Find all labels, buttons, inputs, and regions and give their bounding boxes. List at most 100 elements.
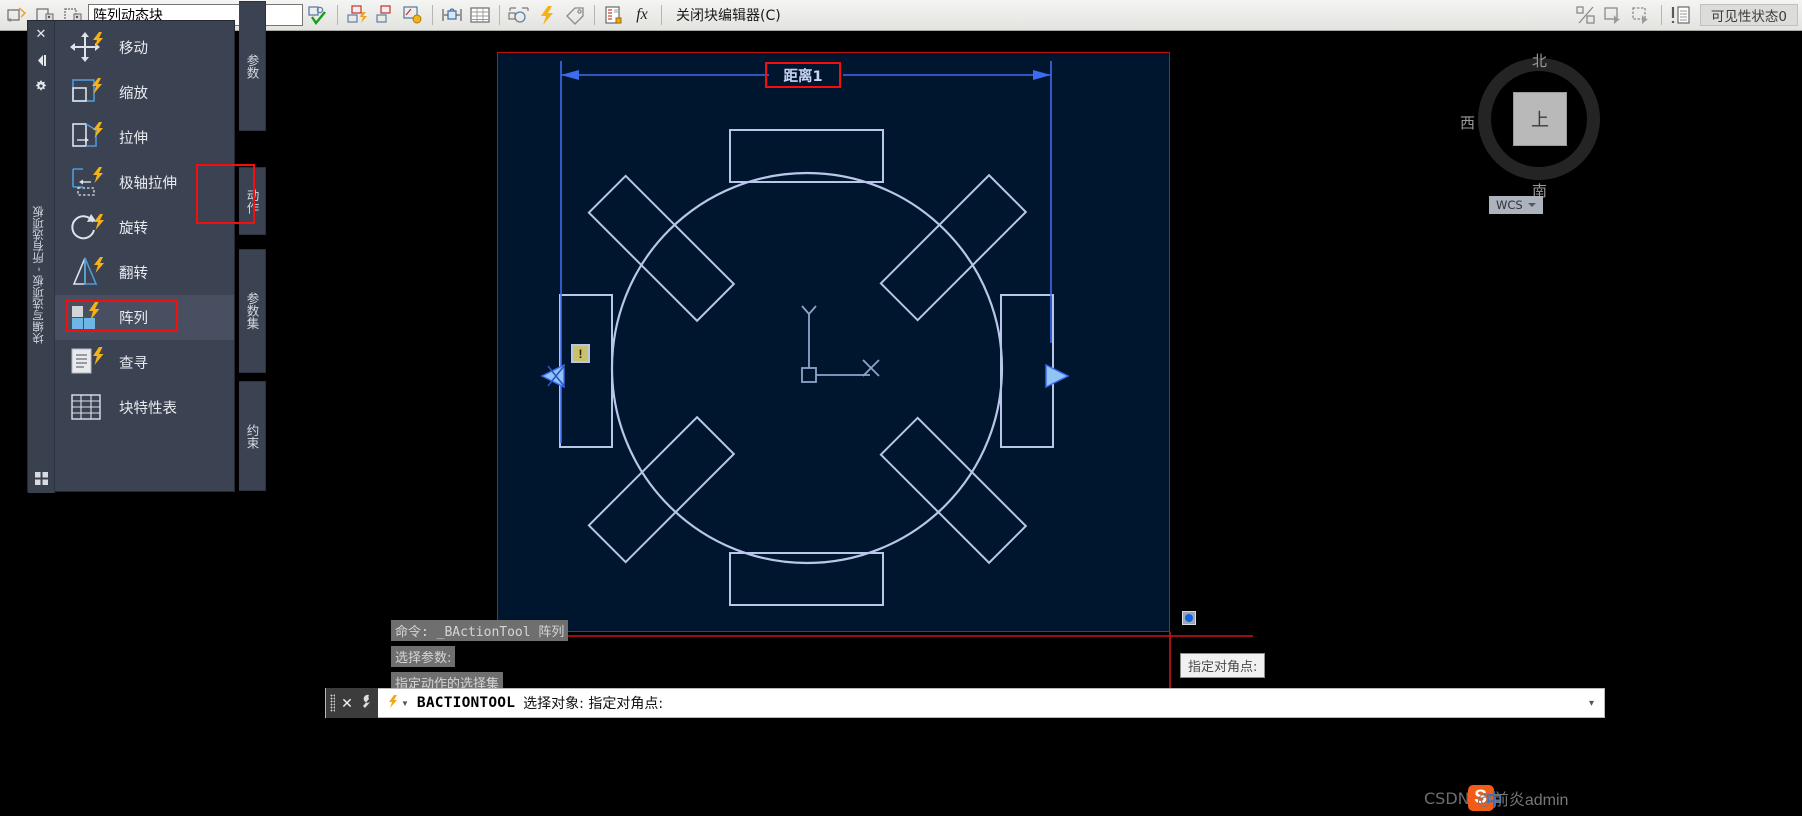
command-bar-handle[interactable]: ✕ [326, 688, 378, 718]
constraint-display-icon[interactable] [372, 2, 398, 28]
action-lightning-icon[interactable] [534, 2, 560, 28]
auto-constrain-icon[interactable] [344, 2, 370, 28]
parameter-dimension-label[interactable]: 距离1 [765, 62, 841, 88]
palette-item-label: 查寻 [119, 356, 148, 372]
lightning-icon [387, 695, 398, 711]
view-cube-top-face[interactable]: 上 [1513, 92, 1567, 146]
dimension-label-text: 距离1 [783, 68, 823, 85]
close-block-editor-button[interactable]: 关闭块编辑器(C) [668, 5, 789, 25]
palette-grid-icon[interactable] [30, 467, 52, 489]
csdn-watermark: CSDN S 中 @前炎admin [1424, 780, 1800, 816]
chevron-down-icon[interactable]: ▼ [401, 699, 409, 708]
palette-item-move[interactable]: 移动 [55, 25, 234, 70]
tab-parameters[interactable]: 参数 [239, 1, 266, 131]
visibility-states-icon[interactable] [1668, 2, 1694, 28]
active-command-name: BACTIONTOOL [416, 695, 516, 711]
auto-hide-icon[interactable] [29, 47, 53, 73]
block-editor-toolbar: fx 关闭块编辑器(C) 可见性状态0 [0, 0, 1802, 31]
palette-item-scale[interactable]: 缩放 [55, 70, 234, 115]
toolbar-divider [337, 5, 338, 25]
tab-label: 动作 [244, 188, 260, 214]
command-history-line: 命令: _BActionTool 阵列 [391, 620, 569, 641]
tab-label: 参数 [244, 53, 260, 79]
watermark-prefix: CSDN [1424, 788, 1470, 808]
command-prompt-text: 选择对象: 指定对角点: [523, 696, 664, 712]
close-icon[interactable]: ✕ [29, 21, 53, 47]
block-geometry [540, 61, 1070, 606]
tab-label: 约束 [244, 423, 260, 449]
make-invisible-icon[interactable] [1629, 2, 1655, 28]
drag-dots-icon[interactable] [330, 694, 336, 712]
compass-north-label[interactable]: 北 [1532, 50, 1547, 71]
toolbar-divider [499, 5, 500, 25]
stretch-action-icon [69, 120, 107, 156]
left-stretch-grip [540, 363, 565, 389]
command-history-line: 选择参数: [391, 646, 456, 667]
palette-item-label: 翻转 [119, 266, 148, 282]
palette-item-label: 移动 [119, 41, 148, 57]
array-action-icon [69, 300, 107, 336]
close-icon[interactable]: ✕ [341, 696, 353, 710]
chevron-down-icon [1527, 202, 1536, 211]
autocad-block-editor-window: fx 关闭块编辑器(C) 可见性状态0 ✕ 块编写选项 [0, 0, 1802, 816]
palette-item-stretch[interactable]: 拉伸 [55, 115, 234, 160]
palette-properties-icon[interactable] [29, 73, 53, 99]
flip-action-icon [69, 255, 107, 291]
visibility-state-dropdown[interactable]: 可见性状态0 [1699, 4, 1798, 26]
watermark-suffix: @前炎admin [1476, 792, 1569, 809]
palette-item-label: 极轴拉伸 [119, 176, 177, 192]
compass-west-label[interactable]: 西 [1460, 112, 1475, 133]
constraint-settings-icon[interactable] [400, 2, 426, 28]
tab-actions[interactable]: 动作 [239, 167, 266, 235]
rotate-action-icon [69, 210, 107, 246]
wrench-icon[interactable] [359, 694, 374, 713]
ucs-icon [801, 305, 880, 383]
selection-grip-marker[interactable] [1182, 611, 1196, 625]
command-history: 命令: _BActionTool 阵列 选择参数: 指定动作的选择集 [391, 620, 569, 698]
toolbar-divider [1660, 5, 1662, 25]
command-line-bar[interactable]: ✕ ▼ BACTIONTOOL 选择对象: 指定对角点: ▾ [325, 688, 1605, 718]
function-fx-icon[interactable]: fx [629, 2, 655, 28]
palette-vertical-title: 块编写选项板 - 所有选项板 [31, 206, 45, 344]
move-action-icon [69, 30, 107, 66]
palette-item-array[interactable]: 阵列 [55, 295, 234, 340]
toolbar-divider [432, 5, 433, 25]
palette-item-label: 阵列 [119, 311, 148, 327]
block-lock-icon[interactable] [439, 2, 465, 28]
palette-item-block-properties-table[interactable]: 块特性表 [55, 385, 234, 430]
palette-title-strip: ✕ 块编写选项板 - 所有选项板 [28, 21, 55, 493]
palette-content: 移动 缩放 拉伸 极轴拉伸 旋转 翻转 阵列 查寻 块特性表 [55, 21, 234, 491]
action-warning-badge[interactable]: ! [571, 344, 590, 363]
attribute-definition-icon[interactable] [506, 2, 532, 28]
lookup-action-icon [69, 345, 107, 381]
palette-item-flip[interactable]: 翻转 [55, 250, 234, 295]
view-cube-face-label: 上 [1531, 110, 1549, 131]
toolbar-divider [594, 5, 595, 25]
parameters-table-icon[interactable] [467, 2, 493, 28]
right-stretch-grip [1045, 363, 1070, 389]
palette-item-rotate[interactable]: 旋转 [55, 205, 234, 250]
visibility-mode-icon[interactable] [1573, 2, 1599, 28]
palette-item-label: 旋转 [119, 221, 148, 237]
view-cube[interactable]: 上 北 南 西 [1448, 40, 1618, 220]
tab-constraints[interactable]: 约束 [239, 381, 266, 491]
expand-history-icon[interactable]: ▾ [1589, 698, 1594, 709]
scale-action-icon [69, 75, 107, 111]
toolbar-divider [661, 5, 662, 25]
polar-stretch-action-icon [69, 165, 107, 201]
block-properties-table-icon [69, 390, 107, 426]
tab-label: 参数集 [244, 292, 260, 330]
drawing-canvas[interactable] [497, 52, 1170, 632]
palette-item-lookup[interactable]: 查寻 [55, 340, 234, 385]
palette-item-label: 拉伸 [119, 131, 148, 147]
test-block-icon[interactable] [305, 2, 331, 28]
wcs-dropdown[interactable]: WCS [1489, 196, 1543, 214]
tab-parameter-sets[interactable]: 参数集 [239, 249, 266, 373]
dynamic-input-tooltip: 指定对角点: [1180, 653, 1266, 678]
block-properties-table-icon[interactable] [601, 2, 627, 28]
block-tag-icon[interactable] [562, 2, 588, 28]
wcs-label: WCS [1496, 198, 1523, 212]
palette-item-polar-stretch[interactable]: 极轴拉伸 [55, 160, 234, 205]
make-visible-icon[interactable] [1601, 2, 1627, 28]
action-list: 移动 缩放 拉伸 极轴拉伸 旋转 翻转 阵列 查寻 块特性表 [55, 25, 234, 430]
